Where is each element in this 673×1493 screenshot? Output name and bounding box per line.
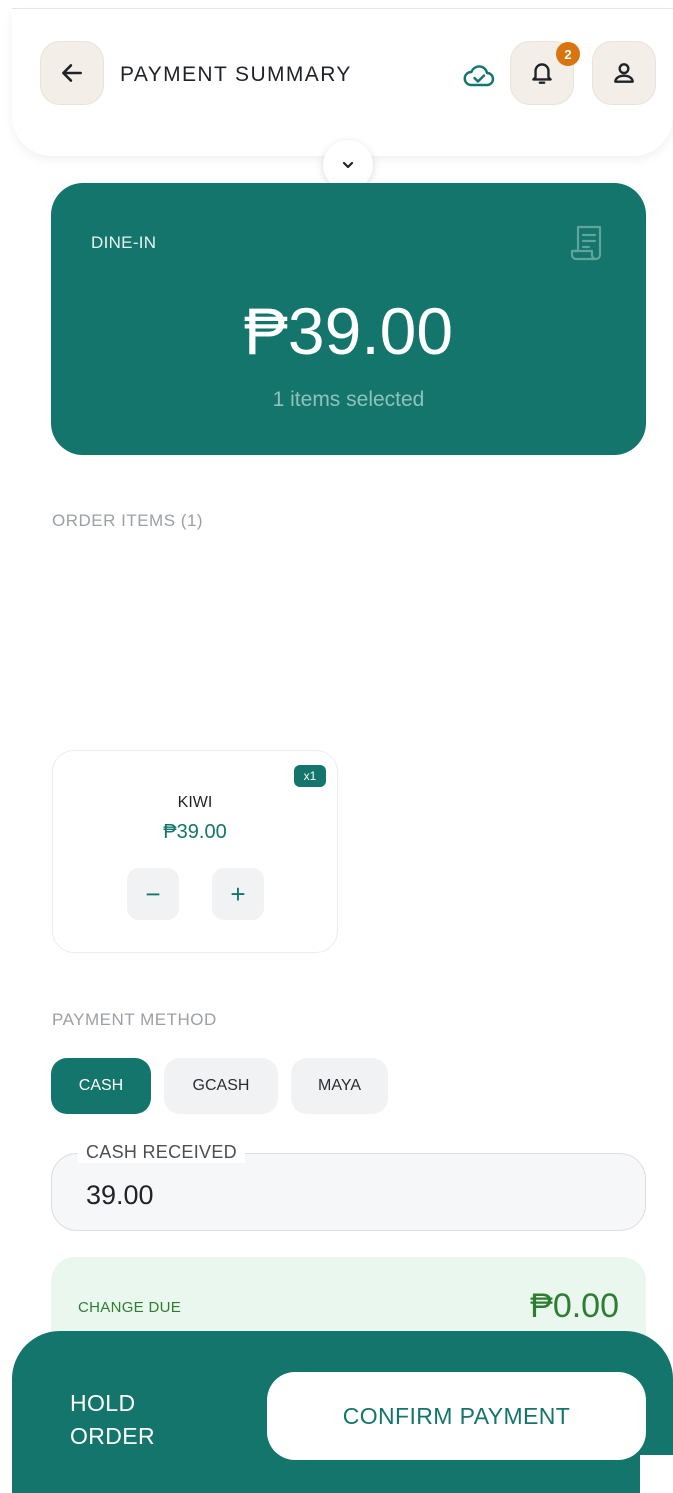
order-total-card: DINE-IN ₱39.00 1 items selected — [51, 183, 646, 455]
hold-order-button[interactable]: HOLD ORDER — [70, 1387, 180, 1453]
change-due-amount: ₱0.00 — [530, 1287, 619, 1325]
payment-method-cash[interactable]: CASH — [51, 1058, 151, 1114]
change-due-label: CHANGE DUE — [78, 1299, 182, 1316]
bell-icon — [532, 63, 552, 84]
back-button[interactable] — [40, 41, 104, 105]
payment-method-heading: PAYMENT METHOD — [52, 1010, 217, 1029]
increase-quantity-button[interactable]: + — [212, 868, 264, 920]
item-price: ₱39.00 — [163, 821, 227, 843]
items-selected-count: 1 items selected — [272, 388, 425, 411]
receipt-icon — [570, 225, 602, 261]
quantity-tag: x1 — [294, 765, 326, 787]
confirm-payment-button[interactable]: CONFIRM PAYMENT — [267, 1372, 646, 1460]
item-name: KIWI — [177, 794, 213, 811]
order-items-heading: ORDER ITEMS (1) — [52, 511, 204, 530]
notification-badge: 2 — [556, 42, 580, 66]
decrease-quantity-button[interactable]: − — [127, 868, 179, 920]
user-icon — [614, 63, 634, 83]
order-total-amount: ₱39.00 — [243, 294, 454, 368]
cash-received-label: CASH RECEIVED — [78, 1142, 245, 1163]
payment-method-maya[interactable]: MAYA — [291, 1058, 388, 1114]
bottom-action-bar: HOLD ORDER CONFIRM PAYMENT — [12, 1331, 673, 1493]
back-arrow-icon — [62, 64, 82, 82]
cash-received-input[interactable]: 39.00 — [86, 1180, 154, 1211]
payment-method-gcash[interactable]: GCASH — [164, 1058, 278, 1114]
cloud-check-icon — [463, 65, 495, 87]
profile-button[interactable] — [592, 41, 656, 105]
order-item-card[interactable]: x1 KIWI ₱39.00 − + — [52, 750, 338, 953]
cash-received-field[interactable]: CASH RECEIVED 39.00 — [51, 1142, 646, 1231]
order-type-label: DINE-IN — [91, 233, 157, 252]
screen-edge — [640, 1455, 673, 1493]
page-title: PAYMENT SUMMARY — [120, 63, 352, 86]
chevron-down-icon — [342, 161, 354, 169]
app-header: PAYMENT SUMMARY 2 — [12, 9, 673, 156]
